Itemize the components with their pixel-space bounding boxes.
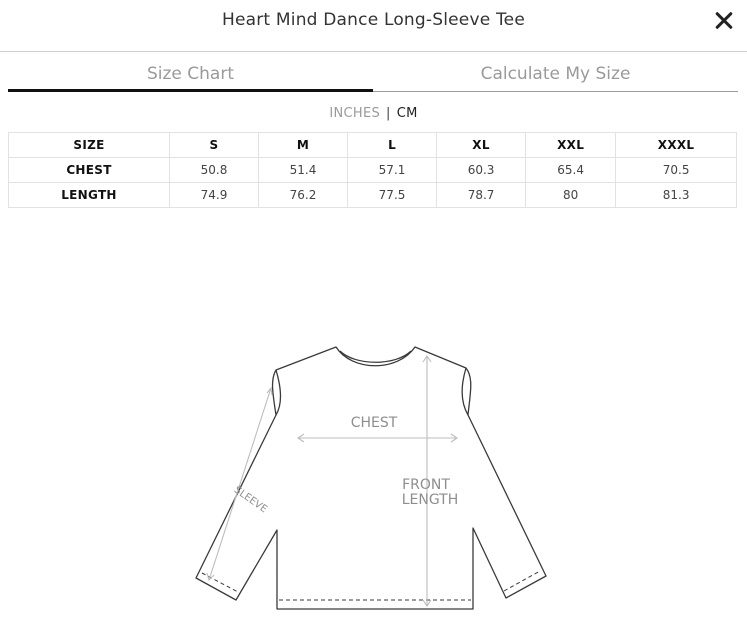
front-length-label-line1: FRONT	[402, 477, 450, 493]
hem-and-cuff-lines	[201, 570, 541, 601]
table-cell: 65.4	[525, 157, 617, 183]
table-cell: 60.3	[436, 157, 527, 183]
table-cell: 50.8	[168, 157, 260, 183]
sleeve-label: SLEEVE	[232, 485, 269, 516]
header-cell: XXXL	[615, 132, 737, 158]
header-cell: M	[258, 132, 349, 158]
table-cell: 80	[525, 182, 617, 208]
unit-inches-option[interactable]: INCHES	[329, 106, 380, 121]
header-cell: L	[347, 132, 438, 158]
close-icon[interactable]	[711, 8, 737, 34]
table-cell: 76.2	[258, 182, 349, 208]
shirt-outline	[195, 346, 547, 610]
table-header-row: SIZE S M L XL XXL XXXL	[8, 132, 737, 158]
header-cell: XXL	[525, 132, 617, 158]
product-title: Heart Mind Dance Long-Sleeve Tee	[221, 10, 525, 30]
table-cell: 77.5	[347, 182, 438, 208]
table-cell: 74.9	[168, 182, 260, 208]
header-cell: SIZE	[8, 132, 170, 158]
table-cell: 70.5	[615, 157, 737, 183]
chest-label: CHEST	[351, 415, 398, 431]
table-cell: 78.7	[436, 182, 527, 208]
tab-bar: Size Chart Calculate My Size	[8, 60, 738, 92]
front-length-label-line2: LENGTH	[402, 492, 459, 508]
row-label-length: LENGTH	[8, 182, 170, 208]
table-cell: 51.4	[258, 157, 349, 183]
table-row: CHEST 50.8 51.4 57.1 60.3 65.4 70.5	[8, 157, 737, 183]
tshirt-measurement-diagram: CHEST FRONT LENGTH SLEEVE	[195, 346, 547, 610]
table-cell: 57.1	[347, 157, 438, 183]
row-label-chest: CHEST	[8, 157, 170, 183]
header-cell: XL	[436, 132, 527, 158]
modal-header: Heart Mind Dance Long-Sleeve Tee	[0, 0, 747, 52]
header-cell: S	[168, 132, 260, 158]
tab-calculate-my-size[interactable]: Calculate My Size	[373, 60, 738, 92]
tab-size-chart[interactable]: Size Chart	[8, 60, 373, 92]
size-chart-table: SIZE S M L XL XXL XXXL CHEST 50.8 51.4 5…	[8, 132, 737, 208]
table-cell: 81.3	[615, 182, 737, 208]
unit-cm-option[interactable]: CM	[397, 106, 418, 121]
unit-separator: |	[386, 106, 391, 121]
table-row: LENGTH 74.9 76.2 77.5 78.7 80 81.3	[8, 182, 737, 208]
unit-toggle: INCHES | CM	[0, 106, 747, 121]
